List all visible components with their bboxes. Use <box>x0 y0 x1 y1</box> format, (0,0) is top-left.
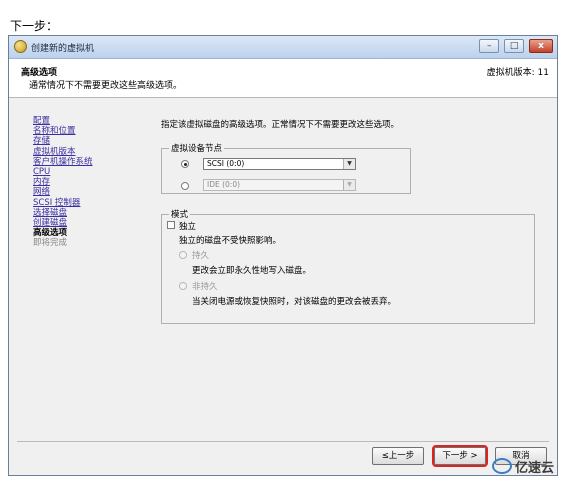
independent-checkbox[interactable] <box>167 221 175 229</box>
window-controls: – □ x <box>477 39 553 53</box>
device-node-legend: 虚拟设备节点 <box>169 142 225 154</box>
vm-app-icon <box>14 40 27 53</box>
nav-step-memory[interactable]: 内存 <box>33 177 143 187</box>
persistent-radio <box>179 251 187 259</box>
scsi-radio[interactable] <box>181 160 189 168</box>
watermark: 亿速云 <box>491 457 554 476</box>
nav-step-guest-os[interactable]: 客户机操作系统 <box>33 157 143 167</box>
maximize-button[interactable]: □ <box>504 39 525 53</box>
nonpersistent-radio <box>179 282 187 290</box>
nav-step-storage[interactable]: 存储 <box>33 136 143 146</box>
cloud-logo-icon <box>491 458 512 474</box>
independent-description: 独立的磁盘不受快照影响。 <box>179 236 282 246</box>
wizard-step-nav: 配置 名称和位置 存储 虚拟机版本 客户机操作系统 CPU 内存 网络 SCSI… <box>33 116 143 248</box>
nav-step-create-disk[interactable]: 创建磁盘 <box>33 218 143 228</box>
nav-step-vm-version[interactable]: 虚拟机版本 <box>33 147 143 157</box>
scsi-node-select[interactable]: SCSI (0:0) ▼ <box>203 158 356 170</box>
options-description: 指定该虚拟磁盘的高级选项。正常情况下不需要更改这些选项。 <box>161 120 400 130</box>
next-button[interactable]: 下一步 > <box>432 445 488 467</box>
nav-step-ready-to-complete: 即将完成 <box>33 238 68 249</box>
nav-step-network[interactable]: 网络 <box>33 187 143 197</box>
nav-step-cpu[interactable]: CPU <box>33 167 143 177</box>
ide-radio[interactable] <box>181 182 189 190</box>
close-button[interactable]: x <box>529 39 553 53</box>
nav-step-advanced-options: 高级选项 <box>33 228 68 239</box>
scsi-node-value: SCSI (0:0) <box>207 159 245 168</box>
ide-node-select: IDE (0:0) ▼ <box>203 179 356 191</box>
persistent-label: 持久 <box>192 251 210 261</box>
nav-step-select-disk[interactable]: 选择磁盘 <box>33 208 143 218</box>
back-button[interactable]: ≤上一步 <box>372 447 424 465</box>
mode-legend: 模式 <box>169 208 191 220</box>
step-caption: 下一步： <box>10 19 59 33</box>
page-subtitle: 通常情况下不需要更改这些高级选项。 <box>29 81 183 91</box>
nav-step-name-location[interactable]: 名称和位置 <box>33 126 143 136</box>
chevron-down-icon: ▼ <box>343 180 355 190</box>
window-title: 创建新的虚拟机 <box>31 44 95 54</box>
wizard-header: 高级选项 通常情况下不需要更改这些高级选项。 虚拟机版本: 11 <box>9 59 557 98</box>
minimize-button[interactable]: – <box>479 39 500 53</box>
footer-divider <box>17 441 549 442</box>
title-bar: 创建新的虚拟机 – □ x <box>9 36 557 59</box>
wizard-window: 创建新的虚拟机 – □ x 高级选项 通常情况下不需要更改这些高级选项。 虚拟机… <box>8 35 558 476</box>
nonpersistent-description: 当关闭电源或恢复快照时，对该磁盘的更改会被丢弃。 <box>192 297 397 307</box>
vm-version-label: 虚拟机版本: 11 <box>486 68 549 78</box>
persistent-description: 更改会立即永久性地写入磁盘。 <box>192 266 312 276</box>
nonpersistent-label: 非持久 <box>192 282 218 292</box>
chevron-down-icon: ▼ <box>343 159 355 169</box>
independent-label: 独立 <box>179 222 197 232</box>
watermark-text: 亿速云 <box>514 461 554 476</box>
ide-node-value: IDE (0:0) <box>207 180 241 189</box>
nav-step-config[interactable]: 配置 <box>33 116 143 126</box>
page-title: 高级选项 <box>21 68 58 78</box>
nav-step-scsi-controller[interactable]: SCSI 控制器 <box>33 198 143 208</box>
